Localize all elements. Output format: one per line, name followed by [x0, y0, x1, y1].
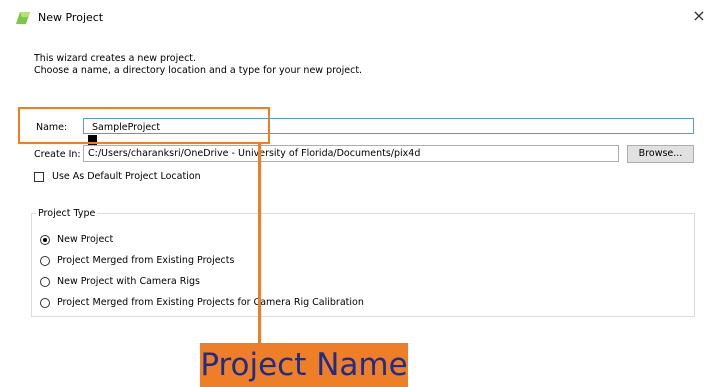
radio-label-merged-projects[interactable]: Project Merged from Existing Projects [57, 255, 234, 267]
browse-button[interactable]: Browse... [627, 145, 694, 163]
radio-new-project[interactable] [40, 235, 50, 245]
project-name-value: SampleProject [92, 122, 161, 133]
window-title: New Project [38, 11, 104, 24]
default-location-checkbox[interactable] [34, 172, 44, 182]
close-icon[interactable]: × [689, 6, 709, 26]
radio-label-rig-calibration[interactable]: Project Merged from Existing Projects fo… [57, 297, 364, 309]
project-name-input[interactable]: SampleProject [83, 118, 694, 148]
radio-label-new-project[interactable]: New Project [57, 234, 113, 246]
create-in-path-input[interactable]: C:/Users/charanksri/OneDrive - Universit… [83, 145, 619, 162]
create-in-label: Create In: [34, 149, 81, 160]
wizard-description-line1: This wizard creates a new project. [34, 53, 197, 64]
radio-label-camera-rigs[interactable]: New Project with Camera Rigs [57, 276, 200, 288]
project-type-title: Project Type [36, 208, 98, 220]
default-location-label[interactable]: Use As Default Project Location [52, 171, 201, 183]
radio-rig-calibration[interactable] [40, 298, 50, 308]
radio-camera-rigs[interactable] [40, 277, 50, 287]
create-in-path-value: C:/Users/charanksri/OneDrive - Universit… [88, 148, 421, 159]
name-label: Name: [36, 122, 68, 133]
annotation-connector-line [258, 143, 261, 346]
pix4d-app-icon [16, 12, 30, 24]
wizard-description-line2: Choose a name, a directory location and … [34, 65, 363, 76]
annotation-label: Project Name [200, 343, 408, 387]
radio-merged-projects[interactable] [40, 256, 50, 266]
